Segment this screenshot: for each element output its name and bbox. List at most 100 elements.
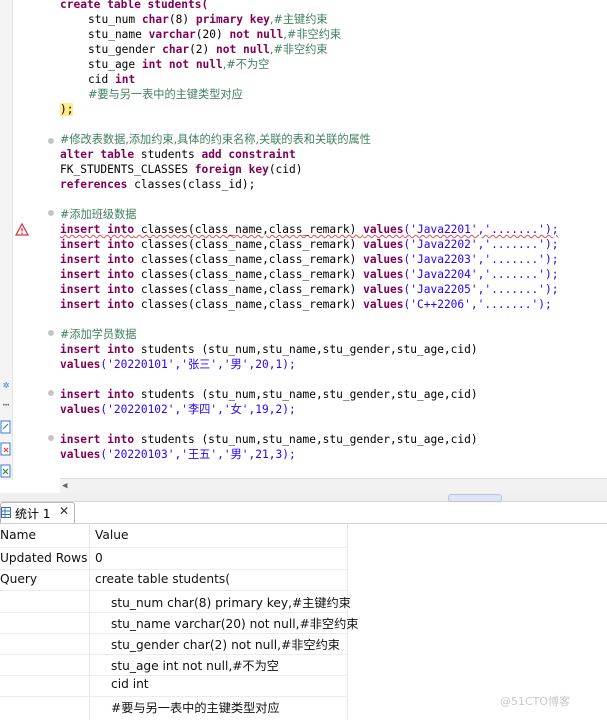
gear-icon[interactable]: ✲ xyxy=(0,378,12,391)
code-token: classes(class_name,class_remark) xyxy=(134,283,364,296)
code-token: insert into xyxy=(60,223,135,236)
code-token: values xyxy=(363,268,404,281)
code-line[interactable]: #修改表数据,添加约束,具体的约束名称,关联的表和关联的属性 xyxy=(60,132,371,147)
fold-marker[interactable] xyxy=(48,210,54,216)
row-value[interactable]: #要与另一表中的主键类型对应 xyxy=(111,698,280,716)
splitter-handle[interactable] xyxy=(448,494,502,502)
row-name[interactable]: Updated Rows xyxy=(0,551,87,565)
code-token: ); xyxy=(60,103,74,116)
row-value[interactable]: stu_gender char(2) not null,#非空约束 xyxy=(111,635,340,653)
code-line[interactable]: stu_num char(8) primary key,#主键约束 xyxy=(60,12,328,27)
code-comment: #添加学员数据 xyxy=(60,328,137,341)
delete-file-icon[interactable] xyxy=(0,442,12,456)
code-comment: ,#非空约束 xyxy=(269,43,328,56)
code-token: values xyxy=(363,283,404,296)
code-string: 张三 xyxy=(187,358,211,371)
code-string: ',' xyxy=(210,448,231,461)
close-icon[interactable]: ✕ xyxy=(59,504,69,518)
code-token: values xyxy=(363,298,404,311)
code-line[interactable]: insert into classes(class_name,class_rem… xyxy=(60,297,552,312)
code-string: ',21,3); xyxy=(241,448,296,461)
code-line[interactable]: insert into classes(class_name,class_rem… xyxy=(60,267,558,282)
row-value[interactable]: create table students( xyxy=(95,572,230,586)
code-token: stu_age xyxy=(88,58,136,71)
code-string: ',' xyxy=(210,403,231,416)
code-token: classes(class_name,class_remark) xyxy=(134,298,364,311)
sql-editor[interactable]: ✲ ⋯ create table students( stu_num char(… xyxy=(0,0,607,480)
code-line[interactable]: ); xyxy=(60,102,74,117)
excel-file-icon[interactable] xyxy=(0,464,12,478)
code-line[interactable]: cid int xyxy=(60,72,135,87)
row-value[interactable]: 0 xyxy=(95,551,103,565)
code-token: varchar xyxy=(148,28,196,41)
code-token: char xyxy=(141,13,169,26)
row-divider xyxy=(0,696,348,697)
code-token: values xyxy=(363,238,404,251)
code-string: ('Java2203','.......'); xyxy=(403,253,559,266)
code-token: (8) xyxy=(168,13,190,26)
column-divider xyxy=(89,524,90,720)
code-line[interactable]: values('20220101','张三','男',20,1); xyxy=(60,357,296,372)
code-line-error[interactable]: insert into classes(class_name,class_rem… xyxy=(60,222,558,237)
panel-splitter[interactable] xyxy=(0,493,607,502)
code-token: insert into xyxy=(60,253,135,266)
code-line[interactable]: FK_STUDENTS_CLASSES foreign key(cid) xyxy=(60,162,303,177)
code-token: values xyxy=(60,358,101,371)
watermark: @51CTO博客 xyxy=(500,695,571,708)
row-value[interactable]: cid int xyxy=(111,677,149,691)
code-string: ',19,2); xyxy=(241,403,296,416)
fold-marker[interactable] xyxy=(48,138,54,144)
export-icon[interactable] xyxy=(0,420,12,434)
code-line[interactable]: insert into classes(class_name,class_rem… xyxy=(60,282,558,297)
code-token: insert into xyxy=(60,238,135,251)
code-line[interactable]: alter table students add constraint xyxy=(60,147,296,162)
code-token: stu_gender xyxy=(88,43,156,56)
horizontal-scrollbar[interactable] xyxy=(60,478,607,493)
code-string: 女 xyxy=(230,403,242,416)
code-line[interactable]: stu_name varchar(20) not null,#非空约束 xyxy=(60,27,341,42)
code-token: (20) xyxy=(195,28,223,41)
code-line[interactable]: insert into students (stu_num,stu_name,s… xyxy=(60,342,478,357)
row-value[interactable]: stu_age int not null,#不为空 xyxy=(111,656,279,674)
code-line[interactable]: stu_gender char(2) not null,#非空约束 xyxy=(60,42,328,57)
code-line[interactable]: #添加学员数据 xyxy=(60,327,137,342)
fold-marker[interactable] xyxy=(48,390,54,396)
code-token: int xyxy=(141,58,163,71)
code-string: ('Java2201','.......'); xyxy=(403,223,559,236)
more-icon[interactable]: ⋯ xyxy=(0,398,12,411)
fold-marker[interactable] xyxy=(48,330,54,336)
code-line[interactable]: #添加班级数据 xyxy=(60,207,137,222)
code-line[interactable]: create table students( xyxy=(60,0,208,12)
code-token: insert into xyxy=(60,388,135,401)
fold-marker[interactable] xyxy=(48,435,54,441)
code-token: classes(class_name,class_remark) xyxy=(134,253,364,266)
code-line[interactable]: values('20220102','李四','女',19,2); xyxy=(60,402,296,417)
code-token: insert into xyxy=(60,298,135,311)
code-token: values xyxy=(363,253,404,266)
row-value[interactable]: stu_name varchar(20) not null,#非空约束 xyxy=(111,614,359,632)
code-line[interactable]: insert into classes(class_name,class_rem… xyxy=(60,237,558,252)
code-line[interactable]: insert into students (stu_num,stu_name,s… xyxy=(60,387,478,402)
tab-statistics[interactable]: 统计 1 ✕ xyxy=(0,502,75,523)
column-header-value[interactable]: Value xyxy=(95,528,128,542)
code-string: ',20,1); xyxy=(241,358,296,371)
code-token: stu_name xyxy=(88,28,142,41)
code-string: 王五 xyxy=(187,448,211,461)
row-value[interactable]: stu_num char(8) primary key,#主键约束 xyxy=(111,593,351,611)
code-token: stu_num xyxy=(88,13,136,26)
code-line[interactable]: insert into students (stu_num,stu_name,s… xyxy=(60,432,478,447)
code-token: char xyxy=(162,43,190,56)
scroll-left-arrow-icon[interactable]: ◀ xyxy=(62,481,67,491)
column-header-name[interactable]: Name xyxy=(0,528,36,542)
code-token: not null xyxy=(216,43,270,56)
code-line[interactable]: references classes(class_id); xyxy=(60,177,255,192)
code-line[interactable]: stu_age int not null,#不为空 xyxy=(60,57,269,72)
code-line[interactable]: #要与另一表中的主键类型对应 xyxy=(60,87,243,102)
warning-icon[interactable] xyxy=(15,223,29,237)
code-token: insert into xyxy=(60,343,135,356)
code-comment: #添加班级数据 xyxy=(60,208,137,221)
row-divider xyxy=(0,547,348,548)
code-line[interactable]: values('20220103','王五','男',21,3); xyxy=(60,447,296,462)
code-line[interactable]: insert into classes(class_name,class_rem… xyxy=(60,252,558,267)
row-name[interactable]: Query xyxy=(0,572,37,586)
